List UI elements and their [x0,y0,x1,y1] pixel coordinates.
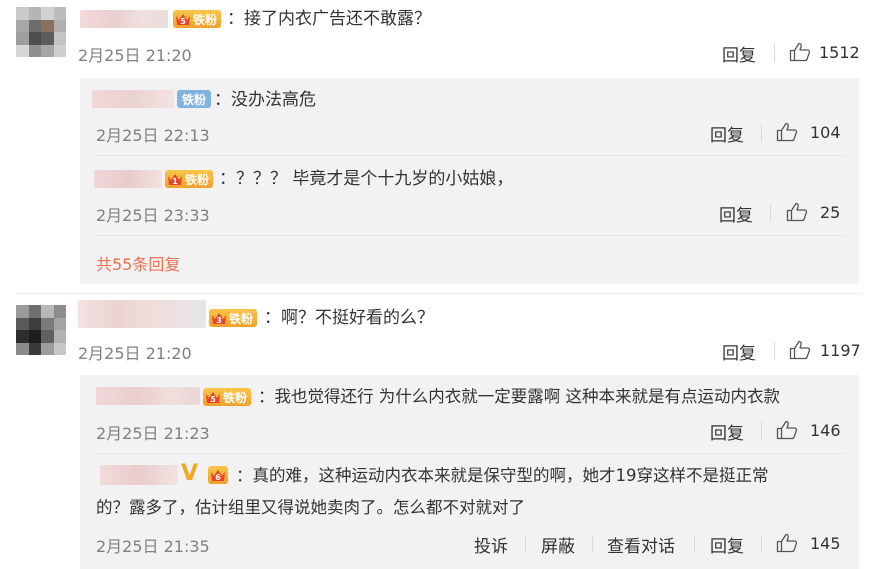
reply-text: ：？？？ 毕竟才是个十九岁的小姑娘， [219,169,514,189]
divider [525,535,526,553]
fan-badge: 铁粉 [177,90,212,108]
reply-time: 2月25日 21:23 [96,424,210,443]
avatar[interactable] [16,305,66,355]
username-blurred[interactable] [78,300,206,328]
username-blurred[interactable] [96,387,200,405]
svg-text:5: 5 [180,17,186,26]
badge-label: 铁粉 [185,172,210,187]
crown-icon: 3 [211,310,227,326]
like-count: 146 [810,421,841,440]
badge-label: 铁粉 [229,311,254,326]
crown-icon: 5 [205,389,221,405]
divider [774,44,775,62]
reply-time: 2月25日 22:13 [96,126,210,145]
reply-text-line1: ：真的难，这种运动内衣本来就是保守型的啊，她才19穿这样不是挺正常 [236,466,769,485]
reply-button[interactable]: 回复 [722,339,756,364]
like-icon[interactable] [776,533,798,553]
reply-text: ：我也觉得还行 为什么内衣就一定要露啊 这种本来就是有点运动内衣款 [258,387,780,406]
badge-label: 铁粉 [193,12,218,27]
divider [761,535,762,553]
reply-text-line2: 的？露多了，估计组里又得说她卖肉了。怎么都不对就对了 [96,498,525,517]
reply-button[interactable]: 回复 [719,201,753,226]
crown-icon: 1 [167,171,183,187]
avatar[interactable] [16,7,66,57]
like-icon[interactable] [776,420,798,440]
like-icon[interactable] [789,42,811,62]
like-count: 1197 [820,341,861,360]
username-blurred[interactable] [80,10,168,28]
divider [774,342,775,360]
view-conversation-button[interactable]: 查看对话 [607,532,675,557]
comment-divider [16,293,860,294]
crown-icon: 6 [210,467,226,483]
divider [96,155,846,156]
badge-label: 铁粉 [223,390,248,405]
comment-text: ：接了内衣广告还不敢露？ [227,9,431,29]
divider [770,204,771,222]
svg-text:6: 6 [215,473,221,482]
svg-text:3: 3 [216,316,222,325]
report-button[interactable]: 投诉 [474,532,508,557]
fan-badge: 3 铁粉 [209,309,258,327]
divider [761,422,762,440]
svg-text:1: 1 [172,177,178,186]
verified-icon: V [181,461,199,486]
fan-badge: 5 铁粉 [203,388,252,406]
divider [96,453,846,454]
view-more-replies-link[interactable]: 共55条回复 [96,251,180,275]
like-count: 104 [810,123,841,142]
reply-button[interactable]: 回复 [722,41,756,66]
comment-time: 2月25日 21:20 [78,46,192,65]
reply-time: 2月25日 23:33 [96,206,210,225]
svg-text:5: 5 [210,395,216,404]
reply-button[interactable]: 回复 [710,121,744,146]
like-count: 145 [810,534,841,553]
reply-button[interactable]: 回复 [710,532,744,557]
like-icon[interactable] [786,202,808,222]
like-icon[interactable] [789,340,811,360]
reply-button[interactable]: 回复 [710,419,744,444]
block-button[interactable]: 屏蔽 [541,532,575,557]
username-blurred[interactable] [100,465,178,485]
reply-text: ：没办法高危 [214,90,316,110]
username-blurred[interactable] [94,170,162,188]
reply-time: 2月25日 21:35 [96,537,210,556]
comment-time: 2月25日 21:20 [78,344,192,363]
badge-label: 铁粉 [182,92,207,107]
comment-text: ：啊？不挺好看的么？ [264,308,434,328]
fan-badge: 5 铁粉 [173,10,222,28]
like-count: 25 [820,203,841,222]
like-icon[interactable] [776,122,798,142]
divider [761,124,762,142]
like-count: 1512 [819,43,860,62]
fan-badge: 1 铁粉 [165,170,214,188]
level-badge: 6 [208,466,228,484]
divider [592,535,593,553]
username-blurred[interactable] [92,90,174,108]
divider [694,535,695,553]
divider [96,235,846,236]
crown-icon: 5 [175,11,191,27]
